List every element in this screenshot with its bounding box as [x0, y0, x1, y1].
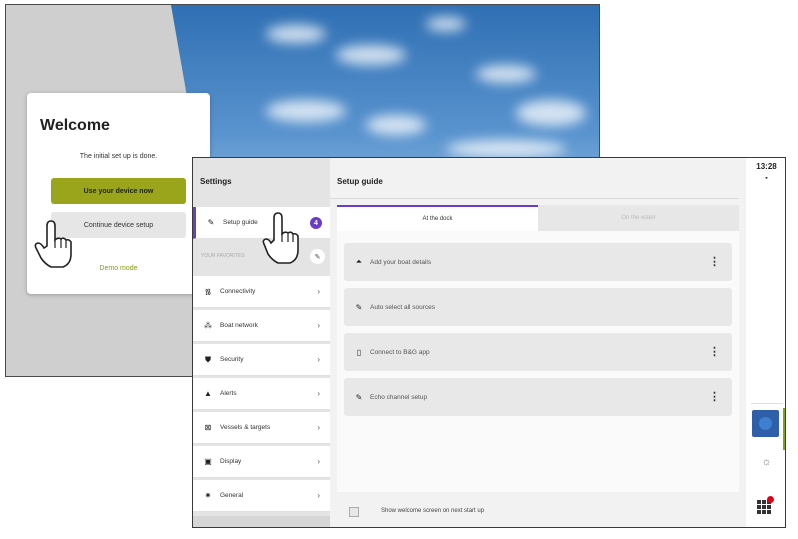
- chevron-right-icon: ›: [317, 457, 320, 466]
- card-label: Auto select all sources: [370, 303, 436, 311]
- sidebar-item-label: Security: [220, 356, 244, 363]
- card-label: Add your boat details: [370, 258, 432, 266]
- sidebar-item-display[interactable]: ▣ Display ›: [193, 446, 330, 478]
- welcome-title: Welcome: [40, 117, 110, 134]
- sidebar-item-label: General: [220, 492, 244, 499]
- lightbulb-icon[interactable]: ☼: [746, 456, 785, 468]
- shield-icon: ⛊: [205, 354, 211, 364]
- card-label: Connect to B&G app: [370, 348, 430, 356]
- status-icon: ▪: [765, 175, 768, 182]
- show-welcome-label: Show welcome screen on next start up: [381, 508, 485, 514]
- sidebar-item-security[interactable]: ⛊ Security ›: [193, 344, 330, 376]
- hand-pointer-icon: [34, 220, 72, 268]
- wrench-icon: ✎: [207, 218, 215, 227]
- setup-count-badge: 4: [310, 217, 322, 229]
- sidebar-item-vessels-targets[interactable]: ⊠ Vessels & targets ›: [193, 412, 330, 444]
- setup-card-echo-channel[interactable]: ✎ Echo channel setup ⋮: [344, 378, 732, 416]
- setup-card-auto-select-sources[interactable]: ✎ Auto select all sources: [344, 288, 732, 326]
- divider: [330, 198, 739, 199]
- more-options-icon[interactable]: ⋮: [709, 346, 720, 358]
- wrench-icon: ✎: [355, 392, 363, 402]
- notification-dot: [767, 496, 774, 503]
- tab-at-the-dock[interactable]: At the dock: [337, 205, 538, 231]
- sidebar-item-label: Connectivity: [220, 288, 256, 295]
- gear-icon: ✷: [204, 491, 212, 500]
- more-options-icon[interactable]: ⋮: [709, 256, 720, 268]
- sidebar-title: Settings: [200, 177, 232, 186]
- page-title: Setup guide: [337, 177, 383, 186]
- chevron-right-icon: ›: [317, 423, 320, 432]
- sidebar-item-label: Display: [220, 458, 242, 465]
- card-label: Echo channel setup: [370, 393, 428, 401]
- hand-pointer-icon: [262, 212, 299, 264]
- tab-on-the-water[interactable]: On the water: [538, 205, 739, 231]
- boat-icon: ⏶: [355, 257, 363, 266]
- divider: [751, 403, 783, 404]
- wrench-icon: ✎: [355, 302, 363, 312]
- sidebar-item-boat-network[interactable]: ⁂ Boat network ›: [193, 310, 330, 342]
- phone-icon: ▯: [356, 347, 362, 357]
- display-icon: ▣: [204, 457, 212, 466]
- right-rail: 13:28 ▪ ☼: [746, 158, 785, 527]
- chevron-right-icon: ›: [317, 321, 320, 330]
- chevron-right-icon: ›: [317, 389, 320, 398]
- setup-guide-panel: At the dock On the water ⏶ Add your boat…: [337, 205, 739, 492]
- chevron-right-icon: ›: [317, 287, 320, 296]
- welcome-subtitle: The initial set up is done.: [79, 153, 158, 160]
- show-welcome-checkbox[interactable]: [349, 507, 359, 517]
- sidebar-scroll-more: [193, 516, 330, 527]
- active-indicator: [783, 408, 785, 450]
- network-icon: ⁂: [204, 321, 212, 330]
- setup-card-boat-details[interactable]: ⏶ Add your boat details ⋮: [344, 243, 732, 281]
- section-label: YOUR FAVORITES: [201, 253, 245, 259]
- setup-card-connect-app[interactable]: ▯ Connect to B&G app ⋮: [344, 333, 732, 371]
- sidebar-item-connectivity[interactable]: ᯾ Connectivity ›: [193, 276, 330, 308]
- edit-favorites-button[interactable]: ✎: [310, 249, 325, 264]
- clock: 13:28: [756, 162, 777, 171]
- vessel-icon: ⊠: [204, 423, 212, 432]
- app-thumbnail-button[interactable]: [752, 410, 779, 437]
- sidebar-item-label: Alerts: [220, 390, 237, 397]
- use-device-now-button[interactable]: Use your device now: [51, 178, 186, 204]
- alert-icon: ▲: [204, 389, 212, 398]
- sidebar-item-alerts[interactable]: ▲ Alerts ›: [193, 378, 330, 410]
- chevron-right-icon: ›: [317, 491, 320, 500]
- sidebar-item-label: Vessels & targets: [220, 424, 271, 431]
- sidebar-item-general[interactable]: ✷ General ›: [193, 480, 330, 512]
- sidebar-item-label: Boat network: [220, 322, 258, 329]
- wifi-icon: ᯾: [204, 287, 212, 296]
- more-options-icon[interactable]: ⋮: [709, 391, 720, 403]
- app-thumbnail-icon: [759, 417, 772, 430]
- chevron-right-icon: ›: [317, 355, 320, 364]
- pencil-icon: ✎: [314, 253, 321, 261]
